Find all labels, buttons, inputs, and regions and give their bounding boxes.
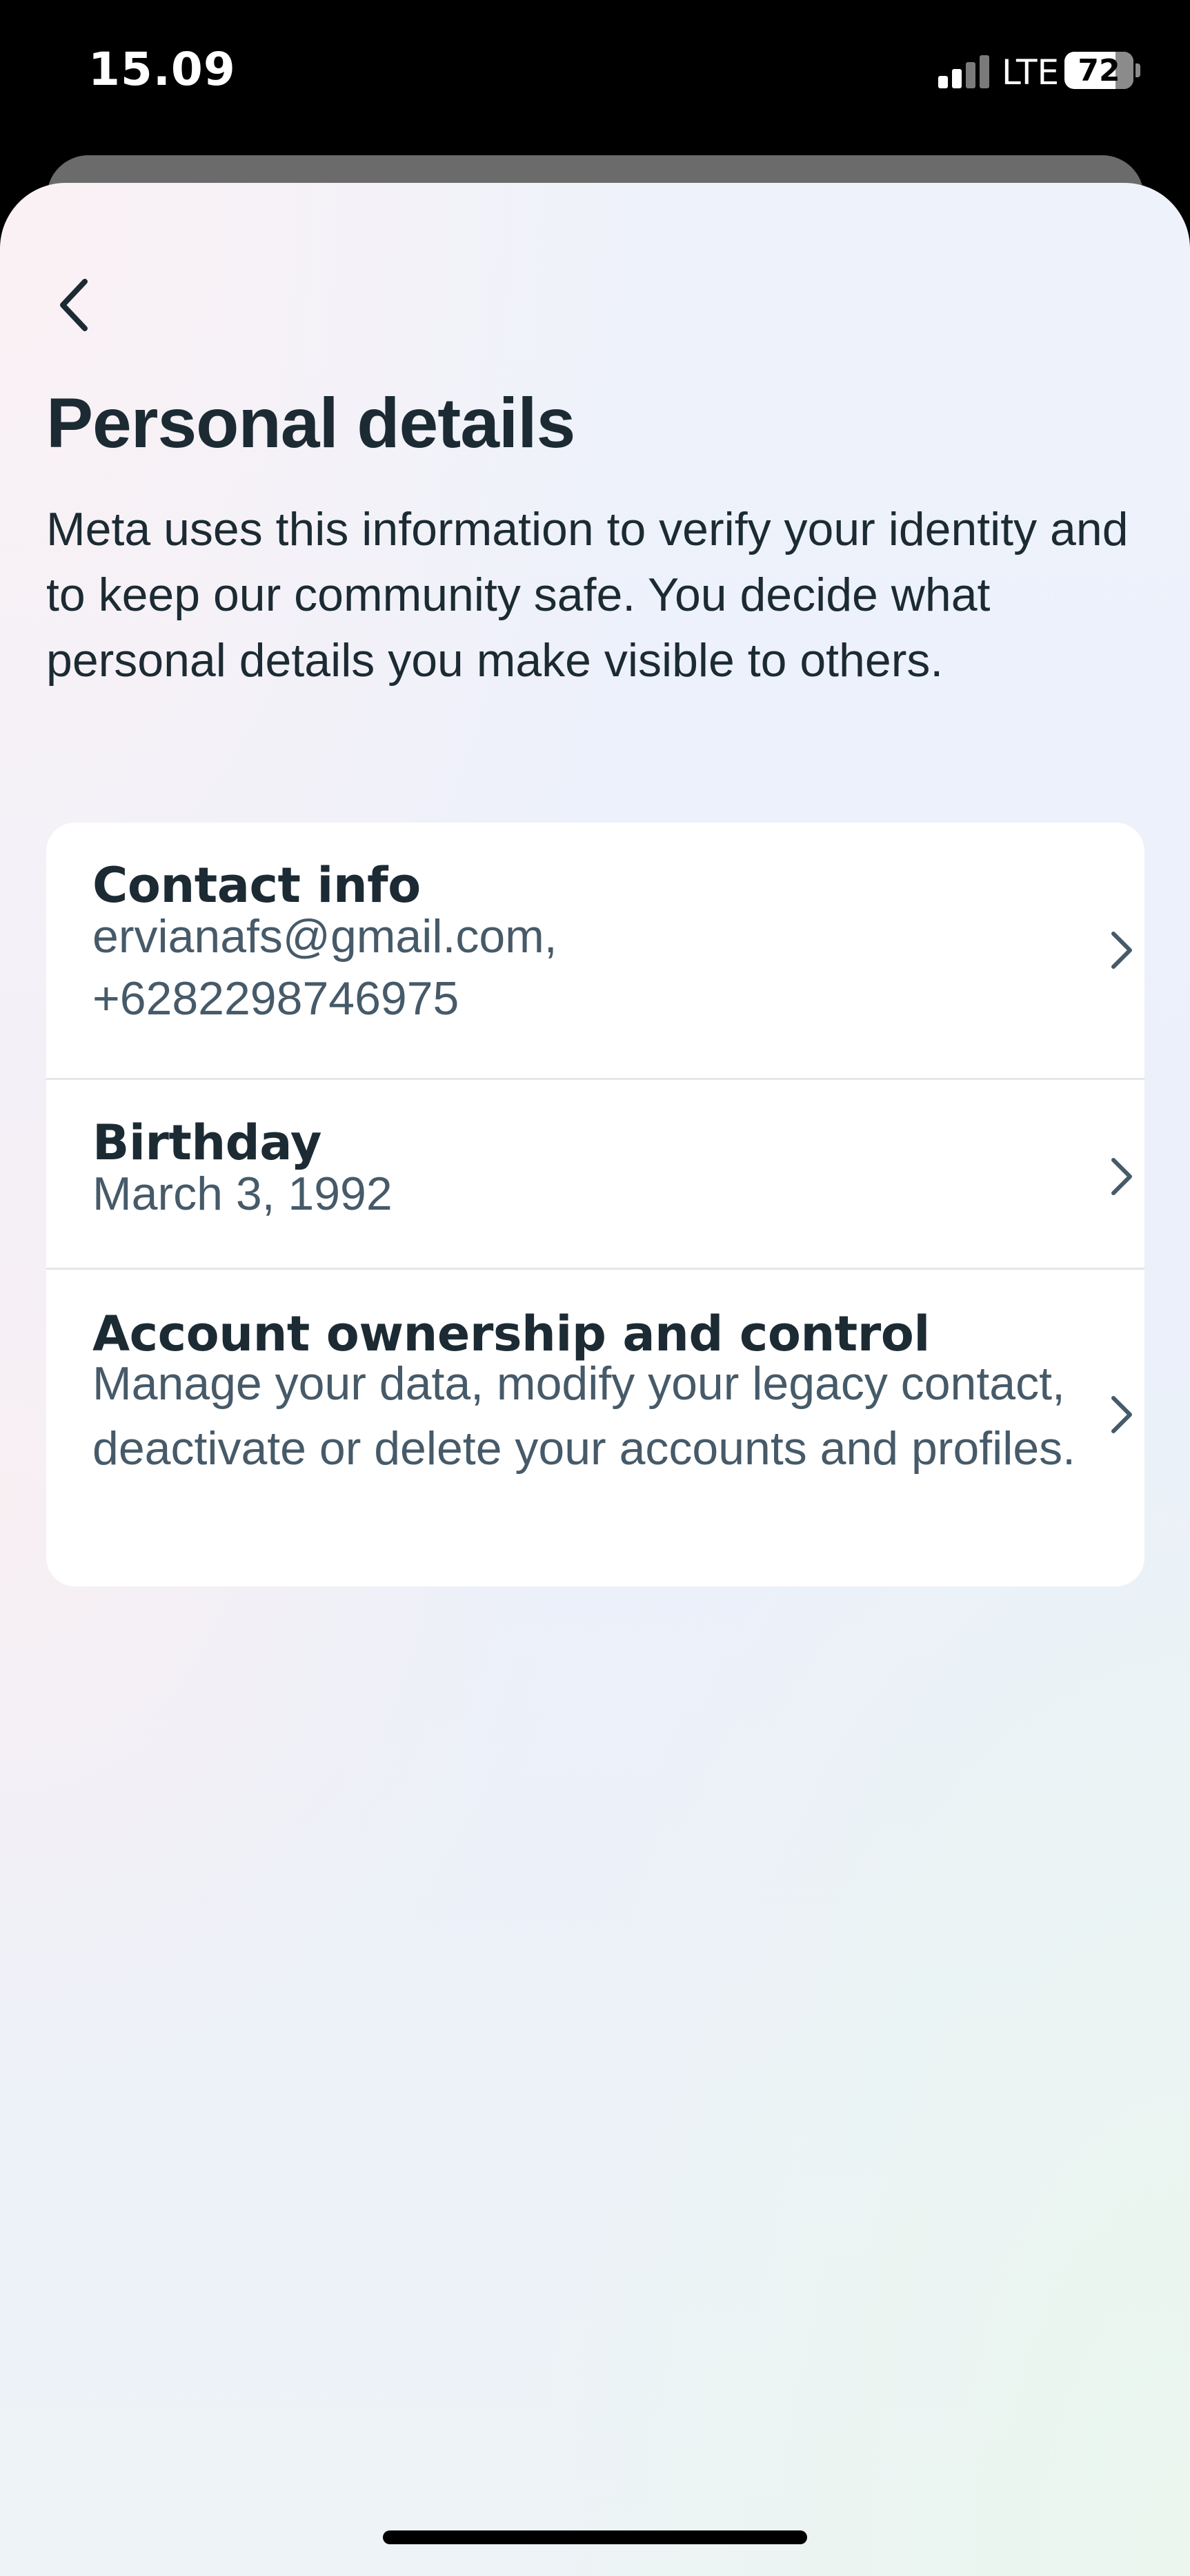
chevron-right-icon (1111, 1396, 1132, 1433)
status-bar: 15.09 LTE 72 (0, 0, 1190, 159)
account-ownership-row[interactable]: Account ownership and control Manage you… (46, 1270, 1144, 1586)
chevron-right-icon (1111, 932, 1132, 969)
contact-info-row[interactable]: Contact info ervianafs@gmail.com, +62822… (46, 823, 1144, 1078)
network-type: LTE (1002, 52, 1060, 92)
personal-details-card: Contact info ervianafs@gmail.com, +62822… (46, 823, 1144, 1586)
signal-strength-icon (938, 54, 991, 88)
status-time: 15.09 (88, 43, 236, 96)
battery-level: 72 (1078, 52, 1120, 88)
contact-email: ervianafs@gmail.com, (92, 910, 557, 963)
page-title: Personal details (46, 384, 575, 462)
battery-cap (1136, 63, 1140, 77)
contact-phone: +6282298746975 (92, 972, 459, 1025)
back-button[interactable] (43, 271, 105, 340)
home-indicator[interactable] (383, 2530, 807, 2544)
battery-icon: 72 (1064, 52, 1133, 89)
birthday-value: March 3, 1992 (92, 1168, 393, 1220)
account-ownership-description: Manage your data, modify your legacy con… (92, 1357, 1076, 1475)
birthday-row[interactable]: Birthday March 3, 1992 (46, 1080, 1144, 1268)
personal-details-sheet: Personal details Meta uses this informat… (0, 183, 1190, 2576)
chevron-left-icon (60, 279, 88, 331)
chevron-right-icon (1111, 1158, 1132, 1195)
page-description: Meta uses this information to verify you… (46, 503, 1129, 687)
